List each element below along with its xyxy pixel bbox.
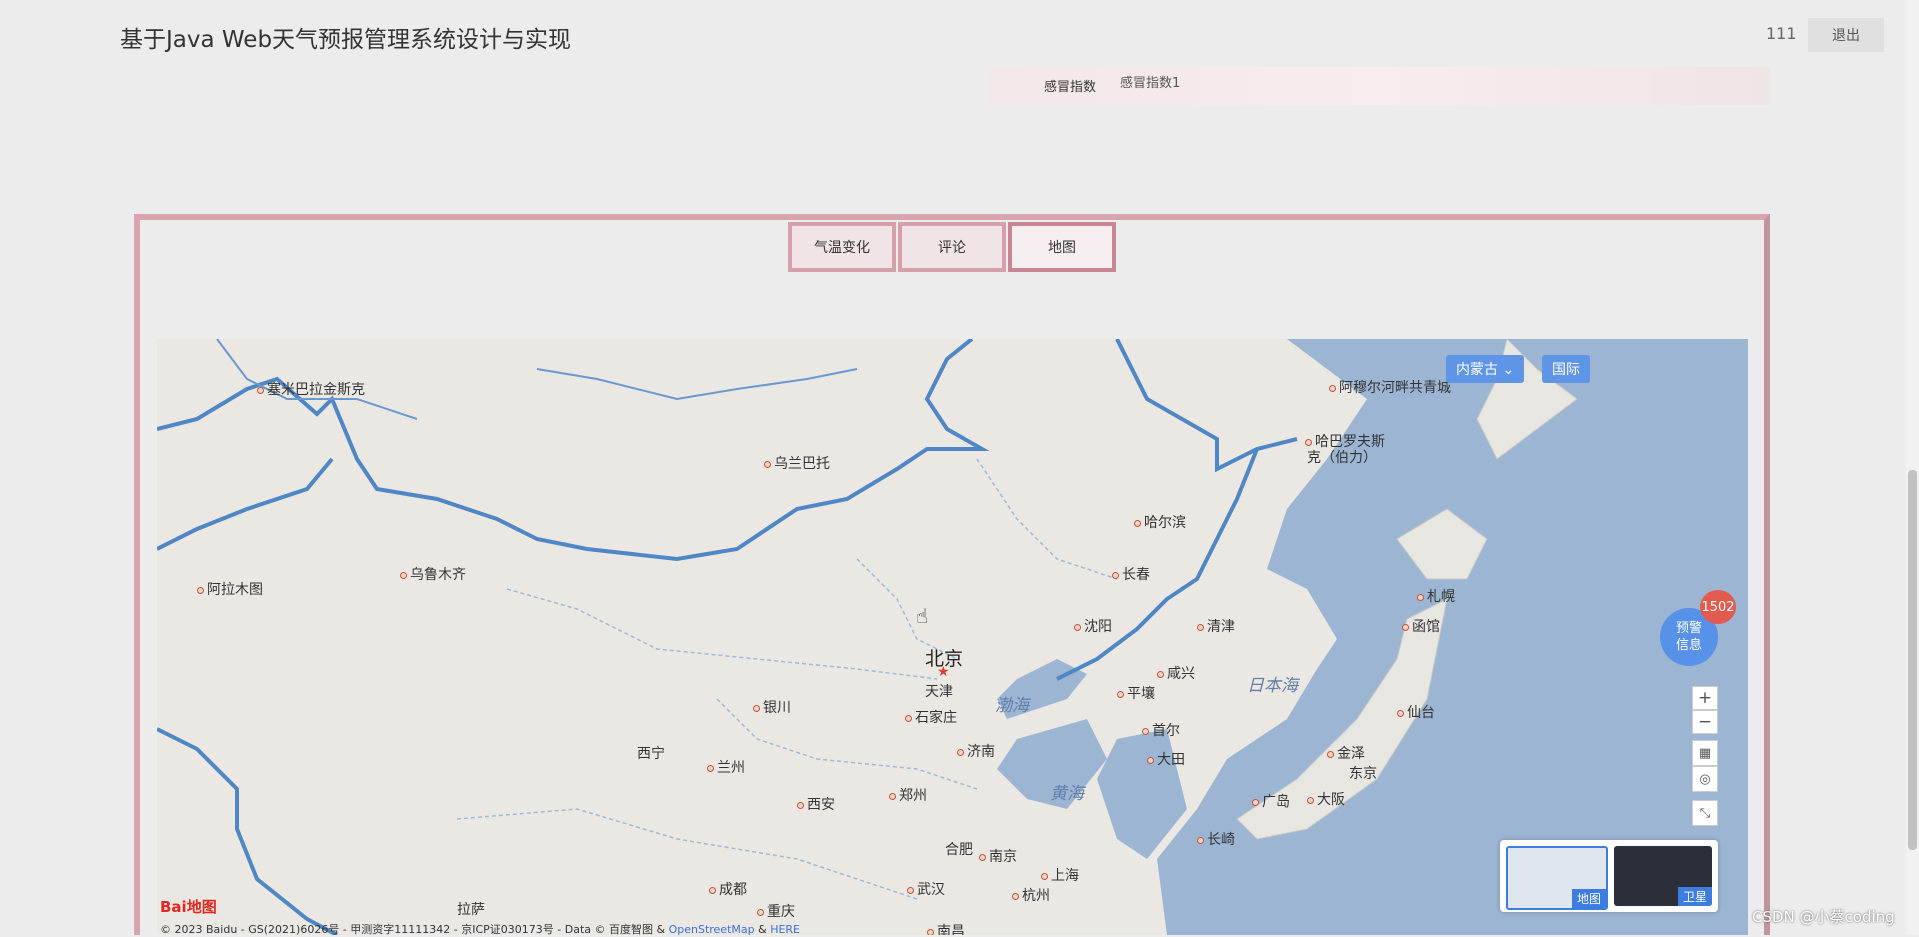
city-label: 广岛 <box>1252 791 1290 811</box>
logout-button[interactable]: 退出 <box>1808 18 1884 52</box>
city-label: 金泽 <box>1327 743 1365 763</box>
city-label: 函馆 <box>1402 616 1440 636</box>
copyright-amp: & <box>754 923 771 936</box>
city-label: 长崎 <box>1197 829 1235 849</box>
international-button[interactable]: 国际 <box>1542 355 1590 383</box>
city-label: 合肥 <box>945 842 973 858</box>
city-label: 首尔 <box>1142 720 1180 740</box>
sea-label: 渤海 <box>995 696 1029 716</box>
here-link[interactable]: HERE <box>770 923 800 936</box>
map-type-satellite[interactable]: 卫星 <box>1614 846 1712 906</box>
city-label: 塞米巴拉金斯克 <box>257 379 365 399</box>
warning-info-line2: 信息 <box>1675 638 1702 653</box>
city-label: 拉萨 <box>457 902 485 918</box>
osm-link[interactable]: OpenStreetMap <box>669 923 755 936</box>
sea-label: 黄海 <box>1050 784 1084 804</box>
map-type-normal-label: 地图 <box>1571 889 1606 908</box>
copyright-text: © 2023 Baidu - GS(2021)6026号 - 甲测资字11111… <box>160 923 669 936</box>
city-label: 南京 <box>979 846 1017 866</box>
top-bar: 基于Java Web天气预报管理系统设计与实现 111 退出 <box>0 0 1919 70</box>
city-label: 沈阳 <box>1074 616 1112 636</box>
hand-cursor-icon: ☝ <box>916 604 929 628</box>
city-label: 乌鲁木齐 <box>400 564 466 584</box>
cold-index-row <box>990 67 1770 105</box>
zoom-out-button[interactable]: − <box>1692 710 1718 734</box>
city-label: 哈尔滨 <box>1134 512 1186 532</box>
cold-index-value: 感冒指数1 <box>1120 76 1181 91</box>
tab-bar: 气温变化 评论 地图 <box>788 222 1118 272</box>
city-label: 石家庄 <box>905 707 957 727</box>
city-label: 郑州 <box>889 785 927 805</box>
city-label: 武汉 <box>907 879 945 899</box>
csdn-watermark: CSDN @小蔡coding <box>1752 908 1895 926</box>
city-label: 西安 <box>797 794 835 814</box>
map-type-satellite-label: 卫星 <box>1677 887 1712 906</box>
city-label: 天津 <box>925 684 953 700</box>
username: 111 <box>1766 24 1797 43</box>
tab-temperature[interactable]: 气温变化 <box>788 222 896 272</box>
city-label: 平壤 <box>1117 683 1155 703</box>
city-label: 克（伯力） <box>1307 450 1377 466</box>
baidu-logo: Bai地图 <box>160 898 217 916</box>
city-label: 大田 <box>1147 749 1185 769</box>
china-map-icon[interactable]: ▦ <box>1692 740 1718 766</box>
city-label: 清津 <box>1197 616 1235 636</box>
app-title: 基于Java Web天气预报管理系统设计与实现 <box>120 27 572 53</box>
cold-index-label: 感冒指数 <box>1044 80 1097 95</box>
city-label: 阿拉木图 <box>197 579 263 599</box>
city-label: 上海 <box>1041 865 1079 885</box>
city-label: 西宁 <box>637 746 665 762</box>
city-label: 长春 <box>1112 564 1150 584</box>
chevron-down-icon: ⌄ <box>1502 362 1515 378</box>
city-label: 东京 <box>1349 766 1377 782</box>
city-label: 银川 <box>753 697 791 717</box>
fullscreen-icon[interactable]: ⤡ <box>1692 800 1718 826</box>
warning-info-line1: 预警 <box>1675 621 1702 636</box>
city-label: 杭州 <box>1012 885 1050 905</box>
page-scrollbar-thumb[interactable] <box>1908 470 1917 850</box>
city-label: 仙台 <box>1397 702 1435 722</box>
tab-comments[interactable]: 评论 <box>898 222 1006 272</box>
capital-star-icon: ★ <box>937 664 950 680</box>
warning-count-badge: 1502 <box>1700 590 1736 624</box>
city-label: 阿穆尔河畔共青城 <box>1329 377 1451 397</box>
city-label: 成都 <box>709 879 747 899</box>
region-select-button[interactable]: 内蒙古 ⌄ <box>1446 355 1525 383</box>
city-label: 兰州 <box>707 757 745 777</box>
city-label: 乌兰巴托 <box>764 453 830 473</box>
map-type-normal[interactable]: 地图 <box>1506 846 1608 910</box>
city-label: 咸兴 <box>1157 663 1195 683</box>
city-label: 札幌 <box>1417 586 1455 606</box>
locate-icon[interactable]: ◎ <box>1692 766 1718 792</box>
tab-map[interactable]: 地图 <box>1008 222 1116 272</box>
city-label: 大阪 <box>1307 789 1345 809</box>
region-select-label: 内蒙古 <box>1456 362 1498 378</box>
city-label: 济南 <box>957 741 995 761</box>
sea-label: 日本海 <box>1247 676 1298 696</box>
zoom-in-button[interactable]: + <box>1692 686 1718 710</box>
city-label: 重庆 <box>757 901 795 921</box>
map-type-switcher: 地图 卫星 <box>1500 840 1718 912</box>
city-label: 南昌 <box>927 921 965 935</box>
